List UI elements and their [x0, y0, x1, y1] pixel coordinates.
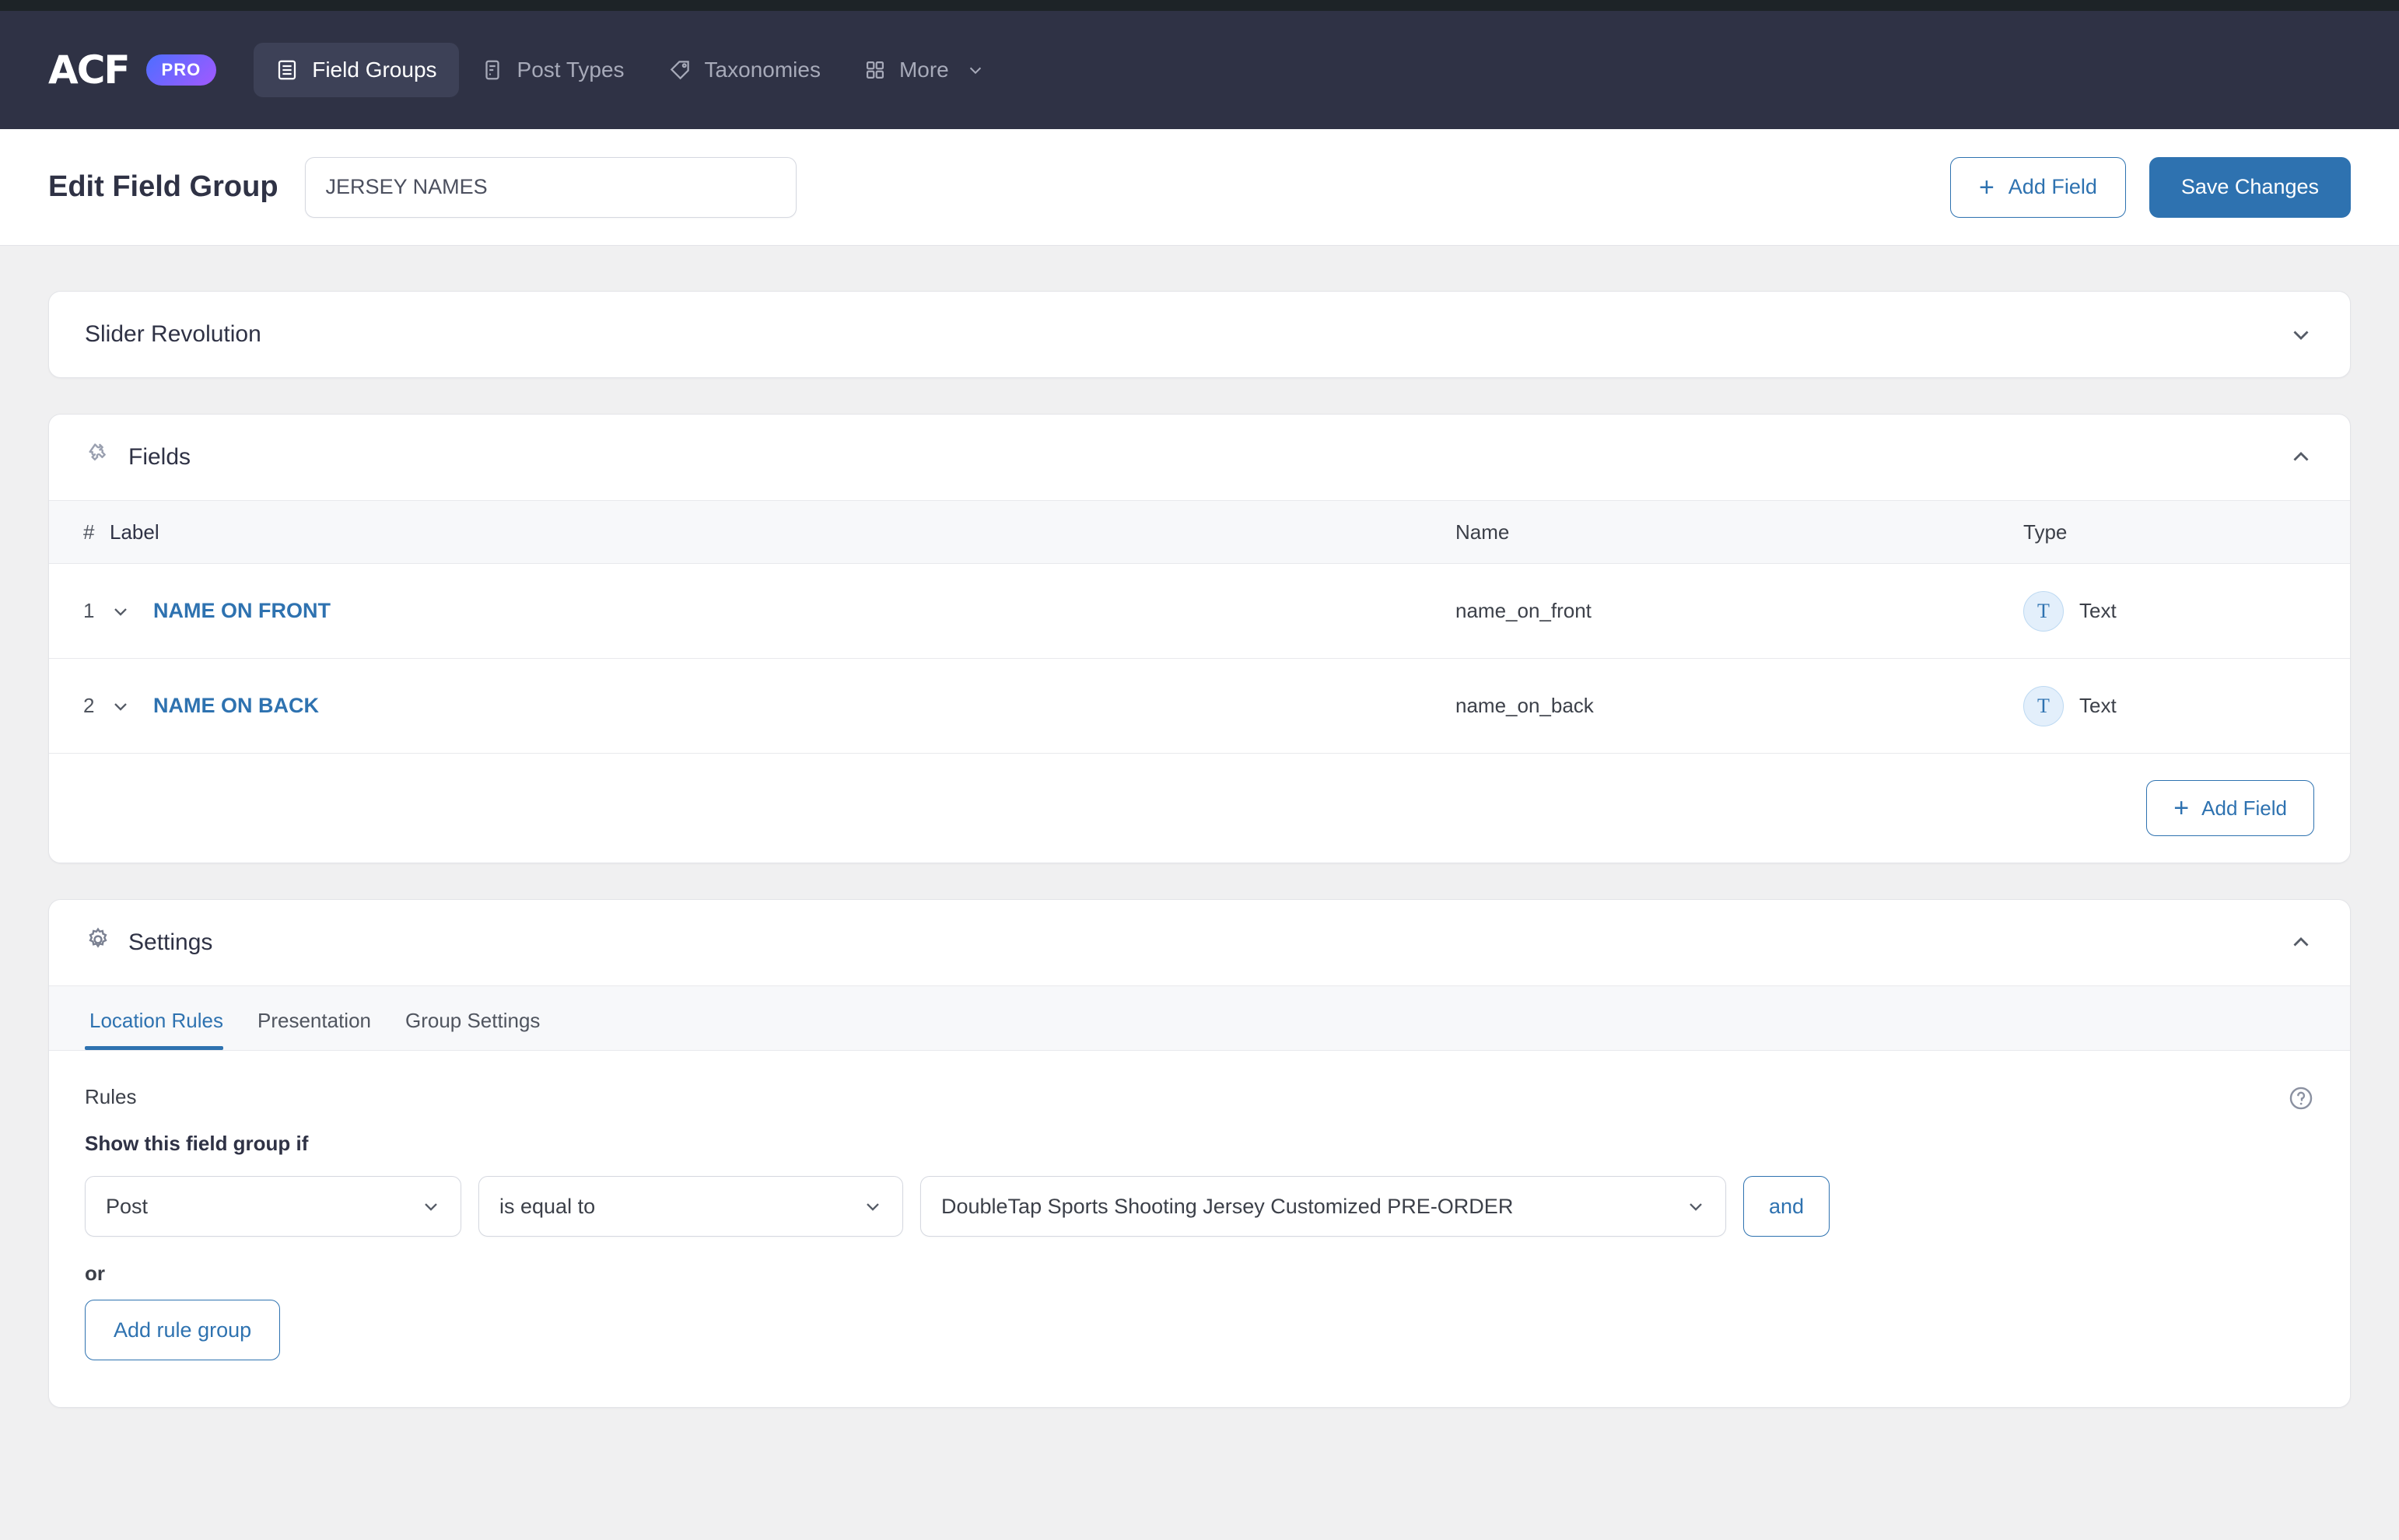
tab-presentation[interactable]: Presentation: [240, 1009, 388, 1050]
add-field-button-top[interactable]: + Add Field: [1949, 156, 2126, 218]
field-type-label: Text: [2079, 694, 2117, 717]
settings-title-wrap: Settings: [85, 926, 212, 959]
rule-param-value: Post: [106, 1194, 149, 1218]
add-field-label-top: Add Field: [2008, 175, 2097, 198]
field-groups-icon: [275, 58, 299, 82]
fields-table-footer: + Add Field: [49, 754, 2350, 863]
nav-label-more: More: [898, 58, 949, 82]
location-rules-body: Rules Show this field group if Post is e…: [49, 1051, 2350, 1407]
field-row-number: 2: [83, 694, 95, 717]
header-actions: + Add Field Save Changes: [1949, 156, 2351, 218]
slider-revolution-header[interactable]: Slider Revolution: [49, 292, 2350, 377]
save-changes-button[interactable]: Save Changes: [2149, 156, 2351, 218]
pro-badge: PRO: [145, 54, 217, 86]
and-label: and: [1769, 1194, 1805, 1218]
plus-icon: +: [1978, 172, 1994, 202]
show-field-group-if-label: Show this field group if: [85, 1132, 309, 1155]
rule-param-select[interactable]: Post: [85, 1176, 461, 1237]
question-mark-help-icon[interactable]: [2288, 1085, 2314, 1111]
field-row-name: name_on_back: [1455, 694, 1594, 717]
fields-table-header: # Label Name Type: [49, 500, 2350, 564]
rules-header-row: Rules: [85, 1085, 2314, 1111]
nav-item-post-types[interactable]: Post Types: [459, 43, 646, 97]
chevron-up-icon[interactable]: [2288, 444, 2314, 471]
add-rule-group-button[interactable]: Add rule group: [85, 1300, 281, 1360]
field-type-label: Text: [2079, 599, 2117, 622]
nav-label-post-types: Post Types: [517, 58, 625, 82]
table-row[interactable]: 2 NAME ON BACK name_on_back T Text: [49, 659, 2350, 754]
rule-value-select[interactable]: DoubleTap Sports Shooting Jersey Customi…: [920, 1176, 1726, 1237]
tab-presentation-label: Presentation: [257, 1009, 371, 1032]
settings-tabs: Location Rules Presentation Group Settin…: [49, 985, 2350, 1051]
text-field-type-icon: T: [2023, 685, 2064, 726]
column-header-label: Label: [110, 520, 159, 544]
table-row[interactable]: 1 NAME ON FRONT name_on_front T Text: [49, 564, 2350, 659]
page-content: Slider Revolution Fields # Label Name Ty…: [0, 246, 2399, 1408]
post-types-icon: [481, 58, 504, 82]
rule-operator-value: is equal to: [499, 1194, 596, 1218]
tab-location-rules[interactable]: Location Rules: [85, 1009, 240, 1050]
acf-logo: ACF: [48, 47, 131, 93]
column-header-type: Type: [2023, 520, 2068, 544]
settings-panel-header[interactable]: Settings: [49, 900, 2350, 985]
field-label-link[interactable]: NAME ON BACK: [153, 694, 319, 718]
fields-panel: Fields # Label Name Type 1 NAME ON FRONT…: [48, 414, 2351, 863]
add-field-label-bottom: Add Field: [2201, 796, 2287, 820]
rule-operator-select[interactable]: is equal to: [478, 1176, 903, 1237]
chevron-up-icon[interactable]: [2288, 929, 2314, 956]
field-row-label-cell: NAME ON BACK: [110, 694, 1455, 718]
settings-title: Settings: [128, 929, 213, 955]
nav-item-field-groups[interactable]: Field Groups: [254, 43, 459, 97]
field-group-title-input[interactable]: [304, 156, 797, 218]
chevron-down-icon[interactable]: [110, 600, 131, 622]
nav-label-field-groups: Field Groups: [312, 58, 437, 82]
nav-label-taxonomies: Taxonomies: [704, 58, 821, 82]
slider-revolution-title: Slider Revolution: [85, 321, 261, 347]
tab-location-rules-label: Location Rules: [89, 1009, 223, 1032]
save-changes-label: Save Changes: [2180, 175, 2319, 198]
page-header: Edit Field Group + Add Field Save Change…: [0, 129, 2399, 246]
tab-group-settings[interactable]: Group Settings: [388, 1009, 557, 1050]
fields-panel-header[interactable]: Fields: [49, 415, 2350, 500]
rule-value-text: DoubleTap Sports Shooting Jersey Customi…: [941, 1194, 1514, 1218]
field-row-label-cell: NAME ON FRONT: [110, 599, 1455, 623]
column-header-name: Name: [1455, 520, 1510, 544]
page-title: Edit Field Group: [48, 170, 278, 203]
fields-title-wrap: Fields: [85, 441, 191, 474]
taxonomies-tag-icon: [668, 58, 692, 82]
slider-revolution-panel: Slider Revolution: [48, 291, 2351, 378]
add-and-rule-button[interactable]: and: [1743, 1176, 1830, 1237]
acf-brand[interactable]: ACF PRO: [48, 47, 217, 93]
plus-icon: +: [2173, 793, 2190, 823]
add-rule-group-label: Add rule group: [114, 1318, 252, 1342]
location-rule-row: Post is equal to DoubleTap Sports Shooti…: [85, 1176, 2314, 1237]
field-row-type-cell: T Text: [2023, 685, 2350, 726]
tab-group-settings-label: Group Settings: [405, 1009, 541, 1032]
column-header-num: #: [83, 520, 95, 544]
chevron-down-icon[interactable]: [110, 695, 131, 717]
chevron-down-icon: [1685, 1195, 1707, 1217]
field-row-number: 1: [83, 599, 95, 622]
chevron-down-icon: [862, 1195, 884, 1217]
puzzle-piece-icon: [85, 441, 111, 474]
slider-revolution-title-wrap: Slider Revolution: [85, 321, 261, 348]
rules-label: Rules: [85, 1085, 137, 1108]
acf-top-nav: ACF PRO Field Groups Post Types Taxonomi…: [0, 11, 2399, 129]
nav-item-taxonomies[interactable]: Taxonomies: [646, 43, 842, 97]
chevron-down-icon[interactable]: [2288, 321, 2314, 348]
gear-icon: [85, 926, 111, 959]
fields-title: Fields: [128, 444, 191, 470]
field-row-name: name_on_front: [1455, 599, 1592, 622]
wp-admin-bar-strip: [0, 0, 2399, 11]
grid-icon: [864, 59, 886, 81]
or-label: or: [85, 1262, 105, 1285]
chevron-down-icon: [967, 61, 984, 79]
settings-panel: Settings Location Rules Presentation Gro…: [48, 899, 2351, 1408]
add-field-button-bottom[interactable]: + Add Field: [2146, 780, 2314, 836]
field-row-type-cell: T Text: [2023, 590, 2350, 632]
field-label-link[interactable]: NAME ON FRONT: [153, 599, 331, 623]
chevron-down-icon: [420, 1195, 442, 1217]
text-field-type-icon: T: [2023, 590, 2064, 632]
nav-item-more[interactable]: More: [842, 43, 1006, 97]
